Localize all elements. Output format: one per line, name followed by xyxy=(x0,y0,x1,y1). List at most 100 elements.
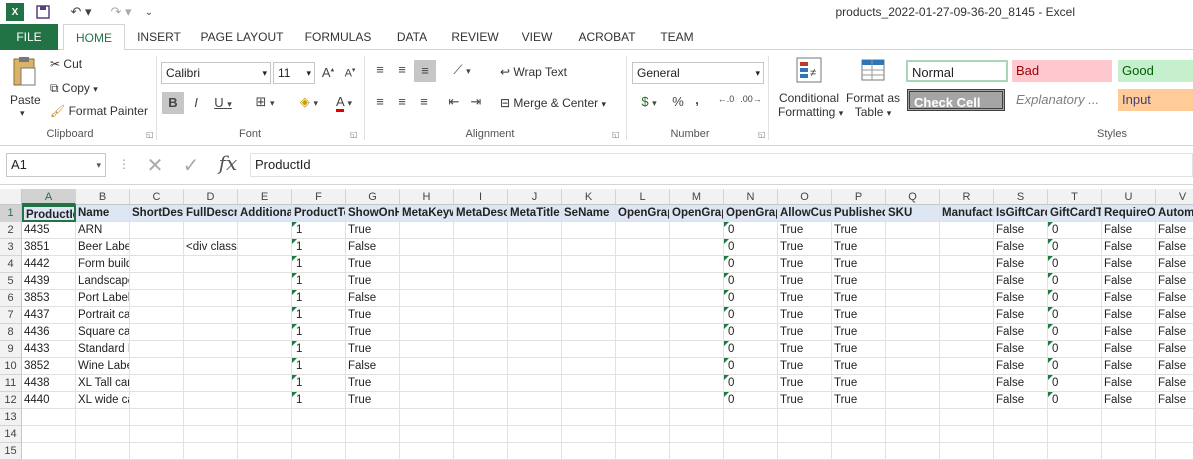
data-cell[interactable]: False xyxy=(1156,290,1193,307)
data-cell[interactable] xyxy=(616,341,670,358)
empty-cell[interactable] xyxy=(346,409,400,426)
data-cell[interactable] xyxy=(454,392,508,409)
empty-cell[interactable] xyxy=(400,443,454,460)
data-cell[interactable]: 4437 xyxy=(22,307,76,324)
data-cell[interactable] xyxy=(670,358,724,375)
data-cell[interactable] xyxy=(616,358,670,375)
tab-file[interactable]: FILE xyxy=(0,24,58,50)
data-cell[interactable] xyxy=(886,307,940,324)
data-cell[interactable]: False xyxy=(994,290,1048,307)
data-cell[interactable] xyxy=(670,222,724,239)
header-cell[interactable]: GiftCardTy xyxy=(1048,205,1102,222)
data-cell[interactable]: True xyxy=(778,222,832,239)
row-header-11[interactable]: 11 xyxy=(0,375,22,392)
cancel-icon[interactable]: ✕ xyxy=(142,153,168,178)
empty-cell[interactable] xyxy=(508,426,562,443)
data-cell[interactable]: Port Label xyxy=(76,290,130,307)
data-cell[interactable]: True xyxy=(778,358,832,375)
data-cell[interactable] xyxy=(400,358,454,375)
data-cell[interactable]: 1 xyxy=(292,256,346,273)
empty-cell[interactable] xyxy=(1102,409,1156,426)
data-cell[interactable] xyxy=(508,290,562,307)
header-cell[interactable]: ProductTe xyxy=(292,205,346,222)
empty-cell[interactable] xyxy=(292,426,346,443)
empty-cell[interactable] xyxy=(76,443,130,460)
data-cell[interactable] xyxy=(562,256,616,273)
data-cell[interactable]: True xyxy=(778,324,832,341)
align-right-icon[interactable]: ≡ xyxy=(414,94,434,109)
data-cell[interactable] xyxy=(454,239,508,256)
data-cell[interactable] xyxy=(886,290,940,307)
format-painter-button[interactable]: 🖌 Format Painter xyxy=(50,104,148,118)
data-cell[interactable] xyxy=(130,375,184,392)
data-cell[interactable]: True xyxy=(778,307,832,324)
empty-cell[interactable] xyxy=(508,443,562,460)
data-cell[interactable]: Standard Megaedit xyxy=(76,341,130,358)
data-cell[interactable]: False xyxy=(994,222,1048,239)
header-cell[interactable]: OpenGrap xyxy=(670,205,724,222)
data-cell[interactable]: False xyxy=(1156,256,1193,273)
align-bottom-icon[interactable]: ≡ xyxy=(414,60,436,82)
data-cell[interactable] xyxy=(238,273,292,290)
data-cell[interactable]: 0 xyxy=(724,290,778,307)
data-cell[interactable]: Portrait canvas xyxy=(76,307,130,324)
data-cell[interactable]: 1 xyxy=(292,341,346,358)
row-header-6[interactable]: 6 xyxy=(0,290,22,307)
data-cell[interactable]: 4439 xyxy=(22,273,76,290)
data-cell[interactable] xyxy=(130,273,184,290)
data-cell[interactable] xyxy=(130,341,184,358)
data-cell[interactable] xyxy=(184,307,238,324)
customize-qa-icon[interactable]: ⌄ xyxy=(142,3,156,21)
data-cell[interactable] xyxy=(454,358,508,375)
empty-cell[interactable] xyxy=(130,409,184,426)
data-cell[interactable] xyxy=(454,273,508,290)
data-cell[interactable] xyxy=(562,392,616,409)
data-cell[interactable] xyxy=(616,392,670,409)
data-cell[interactable]: False xyxy=(994,341,1048,358)
data-cell[interactable] xyxy=(562,290,616,307)
data-cell[interactable] xyxy=(238,324,292,341)
underline-button[interactable]: U ▾ xyxy=(208,92,238,114)
orientation-icon[interactable]: ⟋ ▾ xyxy=(448,62,476,78)
data-cell[interactable]: True xyxy=(832,375,886,392)
data-cell[interactable]: <div class="section xyxy=(184,239,238,256)
data-cell[interactable]: XL Tall canvas xyxy=(76,375,130,392)
data-cell[interactable]: False xyxy=(1102,273,1156,290)
empty-cell[interactable] xyxy=(670,409,724,426)
cut-button[interactable]: ✂ Cut xyxy=(50,57,82,71)
data-cell[interactable]: False xyxy=(346,358,400,375)
data-cell[interactable] xyxy=(616,324,670,341)
name-box[interactable]: A1 ▾ xyxy=(6,153,106,177)
data-cell[interactable]: 0 xyxy=(1048,307,1102,324)
decrease-indent-icon[interactable]: ⇤ xyxy=(444,94,464,110)
data-cell[interactable] xyxy=(886,341,940,358)
data-cell[interactable] xyxy=(184,341,238,358)
data-cell[interactable]: False xyxy=(1102,256,1156,273)
empty-cell[interactable] xyxy=(1102,426,1156,443)
data-cell[interactable]: True xyxy=(832,273,886,290)
column-header-p[interactable]: P xyxy=(832,189,886,205)
data-cell[interactable]: True xyxy=(832,341,886,358)
empty-cell[interactable] xyxy=(76,426,130,443)
column-header-s[interactable]: S xyxy=(994,189,1048,205)
data-cell[interactable]: 0 xyxy=(724,324,778,341)
data-cell[interactable]: Form builder xyxy=(76,256,130,273)
data-cell[interactable]: False xyxy=(1156,358,1193,375)
data-cell[interactable] xyxy=(400,307,454,324)
data-cell[interactable]: 1 xyxy=(292,239,346,256)
empty-cell[interactable] xyxy=(886,443,940,460)
conditional-formatting-button[interactable]: Conditional Formatting ▾ xyxy=(778,91,843,119)
data-cell[interactable]: True xyxy=(832,392,886,409)
row-header-2[interactable]: 2 xyxy=(0,222,22,239)
data-cell[interactable] xyxy=(454,307,508,324)
header-cell[interactable]: FullDescri xyxy=(184,205,238,222)
data-cell[interactable] xyxy=(562,341,616,358)
data-cell[interactable]: 0 xyxy=(1048,358,1102,375)
header-cell[interactable]: OpenGrap xyxy=(724,205,778,222)
align-center-icon[interactable]: ≡ xyxy=(392,94,412,109)
data-cell[interactable] xyxy=(886,392,940,409)
data-cell[interactable] xyxy=(616,256,670,273)
data-cell[interactable]: 0 xyxy=(1048,256,1102,273)
data-cell[interactable]: False xyxy=(994,358,1048,375)
borders-icon[interactable]: ⊞ ▾ xyxy=(250,94,280,110)
